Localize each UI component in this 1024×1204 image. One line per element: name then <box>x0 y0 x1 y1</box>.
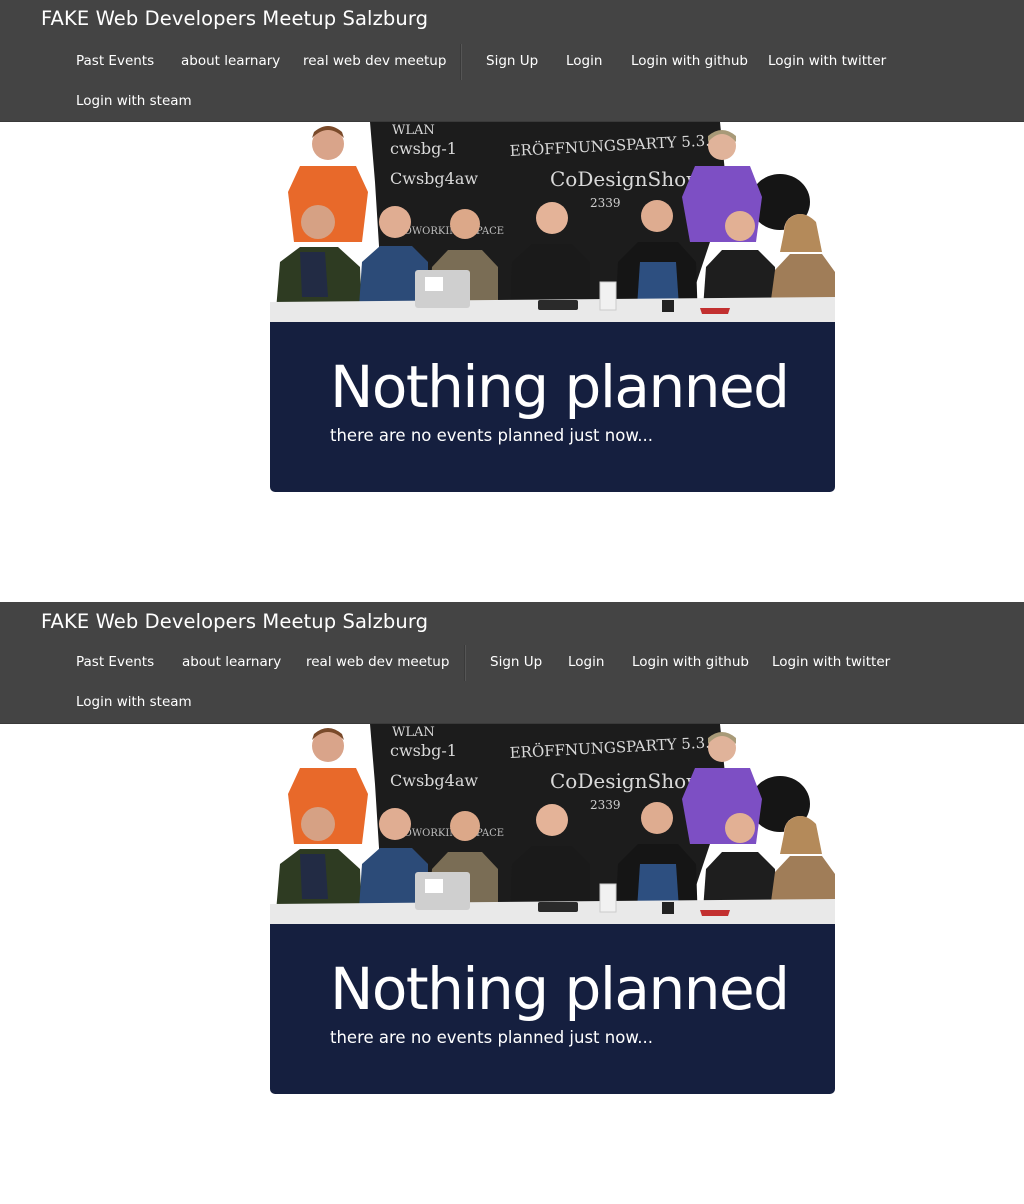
brand-title[interactable]: FAKE Web Developers Meetup Salzburg <box>41 7 428 30</box>
nav-login[interactable]: Login <box>568 654 604 670</box>
event-title: Nothing planned <box>330 955 790 1023</box>
nav-real-meetup[interactable]: real web dev meetup <box>306 654 449 670</box>
page-copy-top: FAKE Web Developers Meetup Salzburg Past… <box>0 0 1024 602</box>
chalk-text-coworking: COWORKING SPACE <box>396 226 504 237</box>
chalk-text-number: 2339 <box>590 196 621 210</box>
chalk-text-show: CoDesignShow <box>550 769 703 793</box>
event-panel: Nothing planned there are no events plan… <box>270 322 835 492</box>
nav-real-meetup[interactable]: real web dev meetup <box>303 53 446 69</box>
chalk-text-coworking: COWORKING SPACE <box>396 828 504 839</box>
nav-divider <box>464 645 466 681</box>
nav-login-github[interactable]: Login with github <box>632 654 749 670</box>
navbar: FAKE Web Developers Meetup Salzburg Past… <box>0 0 1024 122</box>
event-subtitle: there are no events planned just now... <box>330 426 654 445</box>
hero-photo: WLAN cwsbg-1 Cwsbg4aw ERÖFFNUNGSPARTY 5.… <box>270 122 835 322</box>
nav-about[interactable]: about learnary <box>182 654 281 670</box>
nav-login[interactable]: Login <box>566 53 602 69</box>
chalk-text-wlan: WLAN <box>392 725 435 740</box>
hero-photo: WLAN cwsbg-1 Cwsbg4aw ERÖFFNUNGSPARTY 5.… <box>270 724 835 924</box>
nav-divider <box>460 44 462 80</box>
nav-sign-up[interactable]: Sign Up <box>486 53 538 69</box>
nav-past-events[interactable]: Past Events <box>76 53 154 69</box>
brand-title[interactable]: FAKE Web Developers Meetup Salzburg <box>41 610 428 633</box>
chalk-text-ssid-1: cwsbg-1 <box>390 741 457 760</box>
nav-login-twitter[interactable]: Login with twitter <box>768 53 886 69</box>
page-copy-bottom: FAKE Web Developers Meetup Salzburg Past… <box>0 602 1024 1204</box>
event-subtitle: there are no events planned just now... <box>330 1028 654 1047</box>
group-photo-image: WLAN cwsbg-1 Cwsbg4aw ERÖFFNUNGSPARTY 5.… <box>270 724 835 924</box>
nav-sign-up[interactable]: Sign Up <box>490 654 542 670</box>
nav-login-steam[interactable]: Login with steam <box>76 93 192 109</box>
nav-login-steam[interactable]: Login with steam <box>76 694 192 710</box>
chalk-text-number: 2339 <box>590 798 621 812</box>
event-panel: Nothing planned there are no events plan… <box>270 924 835 1094</box>
group-photo-image: WLAN cwsbg-1 Cwsbg4aw ERÖFFNUNGSPARTY 5.… <box>270 122 835 322</box>
nav-login-github[interactable]: Login with github <box>631 53 748 69</box>
nav-past-events[interactable]: Past Events <box>76 654 154 670</box>
chalk-text-wlan: WLAN <box>392 123 435 138</box>
nav-login-twitter[interactable]: Login with twitter <box>772 654 890 670</box>
chalk-text-show: CoDesignShow <box>550 167 703 191</box>
nav-about[interactable]: about learnary <box>181 53 280 69</box>
navbar: FAKE Web Developers Meetup Salzburg Past… <box>0 602 1024 724</box>
chalk-text-ssid-1: cwsbg-1 <box>390 139 457 158</box>
chalk-text-ssid-2: Cwsbg4aw <box>390 169 478 188</box>
chalk-text-ssid-2: Cwsbg4aw <box>390 771 478 790</box>
event-title: Nothing planned <box>330 353 790 421</box>
